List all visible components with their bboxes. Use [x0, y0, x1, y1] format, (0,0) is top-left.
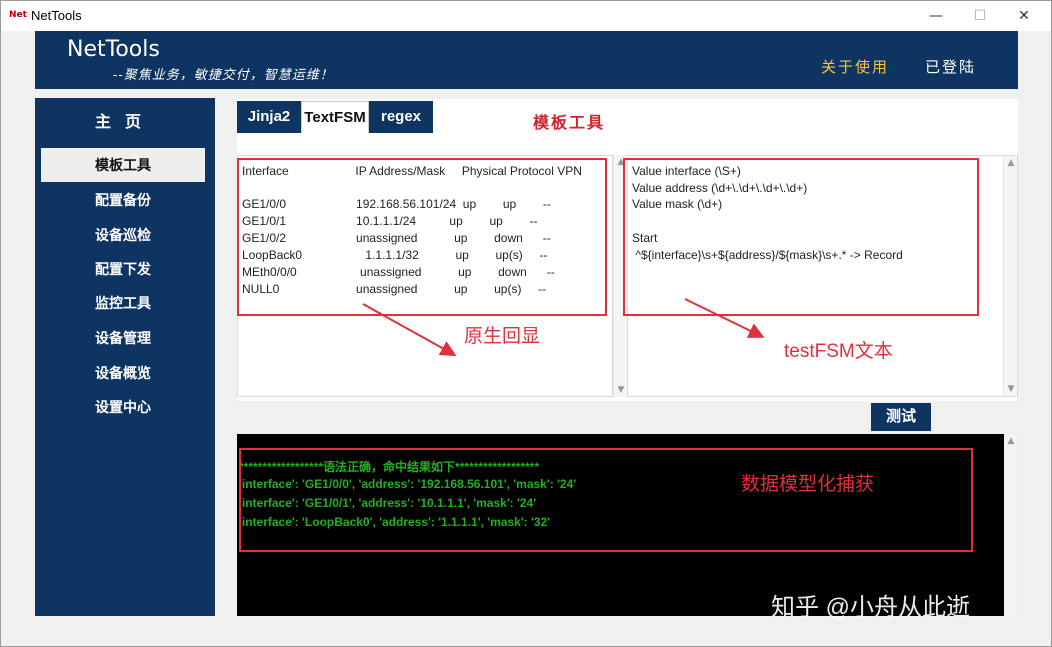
about-link[interactable]: 关于使用: [821, 56, 889, 77]
sidebar-item-device-management[interactable]: 设备管理: [41, 321, 205, 355]
app-window: Net NetTools — ☐ ✕ NetTools --聚焦业务，敏捷交付，…: [0, 0, 1052, 647]
sidebar: 主页 模板工具 配置备份 设备巡检 配置下发 监控工具 设备管理 设备概览 设置…: [35, 98, 215, 616]
page-title: 模板工具: [533, 115, 606, 132]
result-highlight-box: [239, 448, 973, 552]
template-annotation: testFSM文本: [784, 341, 893, 362]
template-highlight-box: [623, 158, 979, 316]
sidebar-title: 主页: [94, 114, 155, 131]
login-status[interactable]: 已登陆: [925, 56, 976, 77]
result-annotation: 数据模型化捕获: [741, 474, 875, 495]
close-button[interactable]: ✕: [1001, 1, 1047, 31]
raw-output-annotation: 原生回显: [464, 326, 541, 347]
sidebar-item-monitor-tools[interactable]: 监控工具: [41, 286, 205, 320]
test-button[interactable]: 测试: [871, 403, 931, 431]
sidebar-item-device-overview[interactable]: 设备概览: [41, 356, 205, 390]
title-bar: Net NetTools — ☐ ✕: [1, 1, 1051, 31]
minimize-button[interactable]: —: [913, 1, 959, 31]
window-title: NetTools: [31, 8, 82, 23]
template-scrollbar[interactable]: ▲ ▼: [1003, 156, 1017, 396]
sidebar-item-config-deploy[interactable]: 配置下发: [41, 252, 205, 286]
scroll-up-icon[interactable]: ▲: [1004, 436, 1018, 446]
app-logo-icon: Net: [9, 10, 27, 20]
sidebar-item-config-backup[interactable]: 配置备份: [41, 183, 205, 217]
brand-slogan: --聚焦业务，敏捷交付，智慧运维！: [113, 68, 334, 83]
scroll-up-icon[interactable]: ▲: [1004, 158, 1018, 168]
watermark: 知乎 @小舟从此逝: [771, 594, 971, 621]
tab-textfsm[interactable]: TextFSM: [301, 101, 369, 133]
sidebar-item-template-tools[interactable]: 模板工具: [41, 148, 205, 182]
tab-jinja2[interactable]: Jinja2: [237, 101, 301, 133]
maximize-button[interactable]: ☐: [957, 1, 1003, 31]
scroll-down-icon[interactable]: ▼: [614, 385, 628, 395]
console-scrollbar[interactable]: ▲: [1004, 434, 1018, 616]
raw-output-highlight-box: [237, 158, 607, 316]
brand-title: NetTools: [67, 37, 160, 62]
scroll-down-icon[interactable]: ▼: [1004, 384, 1018, 394]
sidebar-item-device-inspection[interactable]: 设备巡检: [41, 218, 205, 252]
tab-regex[interactable]: regex: [369, 101, 433, 133]
sidebar-item-settings[interactable]: 设置中心: [41, 390, 205, 424]
app-header: NetTools --聚焦业务，敏捷交付，智慧运维！ 关于使用 已登陆: [35, 31, 1018, 89]
